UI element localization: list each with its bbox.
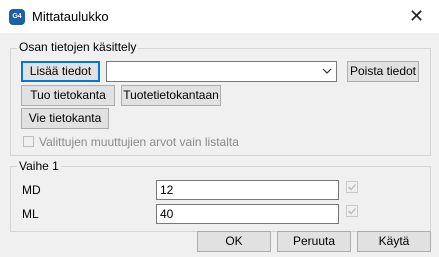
remove-data-button[interactable]: Poista tiedot <box>347 61 419 82</box>
title-bar: G4 Mittataulukko ✕ <box>0 0 439 33</box>
md-check-icon <box>346 181 358 193</box>
chevron-down-icon <box>322 68 332 74</box>
product-db-button[interactable]: Tuotetietokantaan <box>121 85 221 106</box>
close-button[interactable]: ✕ <box>394 0 439 33</box>
app-icon: G4 <box>9 9 25 25</box>
export-db-button[interactable]: Vie tietokanta <box>21 108 109 129</box>
data-combo[interactable] <box>106 61 337 82</box>
md-label: MD <box>22 183 41 197</box>
add-data-button[interactable]: Lisää tiedot <box>21 61 100 82</box>
close-icon: ✕ <box>408 6 425 26</box>
ml-check-icon <box>346 205 358 217</box>
only-selected-checkbox-label: Valittujen muuttujien arvot vain listalt… <box>39 135 239 149</box>
md-input[interactable]: 12 <box>156 180 339 200</box>
phase-group-label: Vaihe 1 <box>17 159 61 173</box>
part-data-group-label: Osan tietojen käsittely <box>17 40 139 54</box>
cancel-button[interactable]: Peruuta <box>277 231 351 252</box>
import-db-button[interactable]: Tuo tietokanta <box>21 85 115 106</box>
ml-label: ML <box>22 207 39 221</box>
window-title: Mittataulukko <box>32 9 109 24</box>
only-selected-checkbox[interactable] <box>23 136 34 147</box>
ok-button[interactable]: OK <box>197 231 271 252</box>
ml-input[interactable]: 40 <box>156 204 339 224</box>
apply-button[interactable]: Käytä <box>357 231 431 252</box>
